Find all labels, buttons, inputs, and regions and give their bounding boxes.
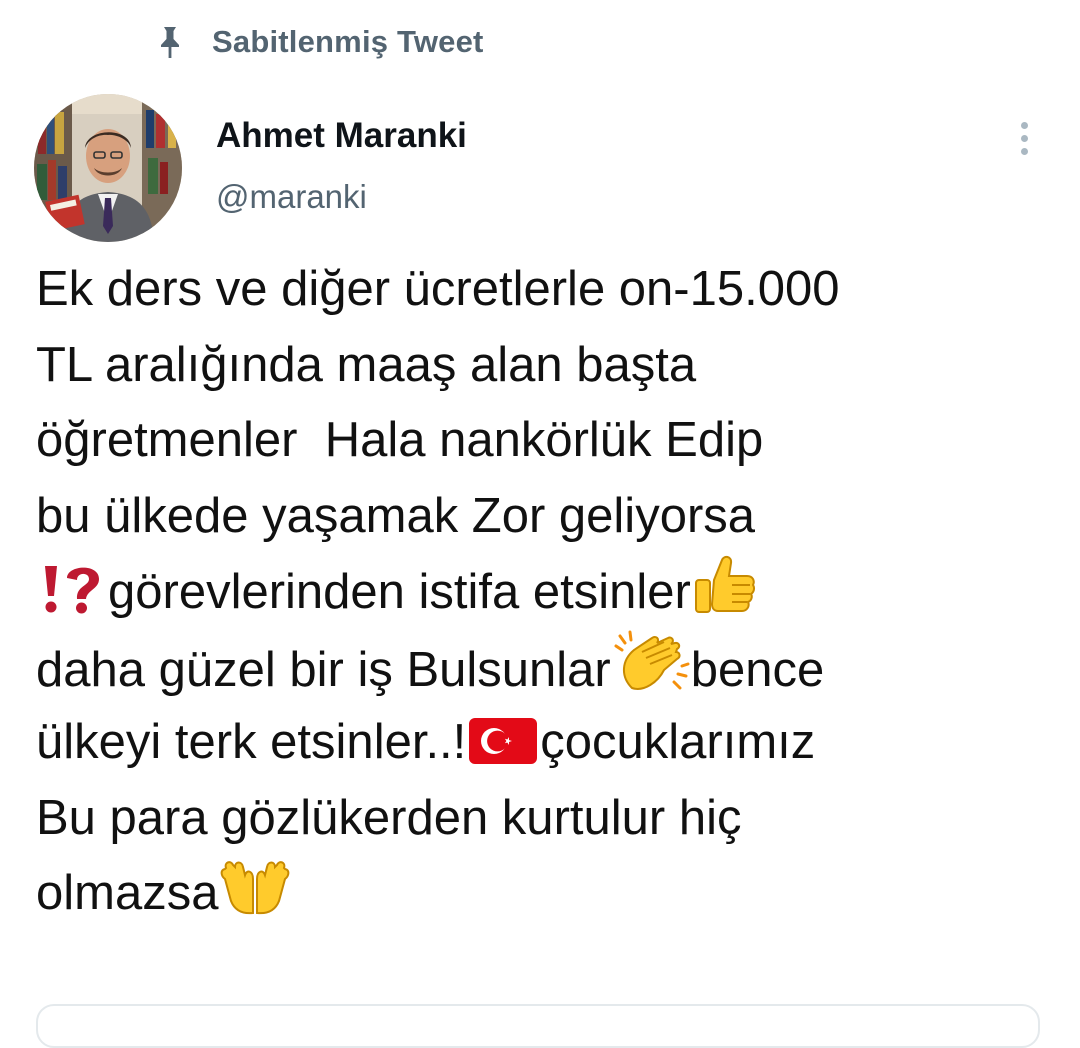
avatar-photo xyxy=(34,94,182,242)
tweet-line: Ek ders ve diğer ücretlerle on-15.000 xyxy=(36,262,840,316)
tweet-line: Bu para gözlükerden kurtulur hiç xyxy=(36,790,742,845)
more-options-button[interactable] xyxy=(1004,114,1044,162)
palms-up-together-emoji xyxy=(219,857,291,917)
author-handle[interactable]: @maranki xyxy=(216,178,367,216)
more-options-icon xyxy=(1020,121,1028,129)
pin-icon xyxy=(161,27,179,58)
tweet-line: olmazsa xyxy=(36,856,1066,932)
pinned-tweet-indicator: Sabitlenmiş Tweet xyxy=(158,24,484,60)
thumbs-up-emoji xyxy=(692,554,756,616)
turkey-flag-emoji xyxy=(467,716,539,766)
tweet-text: Ek ders ve diğer ücretlerle on-15.000 TL… xyxy=(36,252,1066,932)
tweet-line: TL aralığında maaş alan başta xyxy=(36,337,697,392)
tweet-line: daha güzel bir iş Bulsunlar bence xyxy=(36,630,1066,706)
exclamation-question-mark-emoji xyxy=(37,562,107,616)
clapping-hands-emoji xyxy=(612,630,690,694)
tweet-line: görevlerinden istifa etsinler xyxy=(36,554,1066,630)
pinned-label: Sabitlenmiş Tweet xyxy=(212,24,484,59)
avatar[interactable] xyxy=(34,94,182,242)
tweet-line: öğretmenler Hala nankörlük Edip xyxy=(36,413,764,467)
tweet-line: bu ülkede yaşamak Zor geliyorsa xyxy=(36,488,756,543)
tweet-line: ülkeyi terk etsinler..! çocuklarımız xyxy=(36,715,816,769)
author-name[interactable]: Ahmet Maranki xyxy=(216,116,467,156)
